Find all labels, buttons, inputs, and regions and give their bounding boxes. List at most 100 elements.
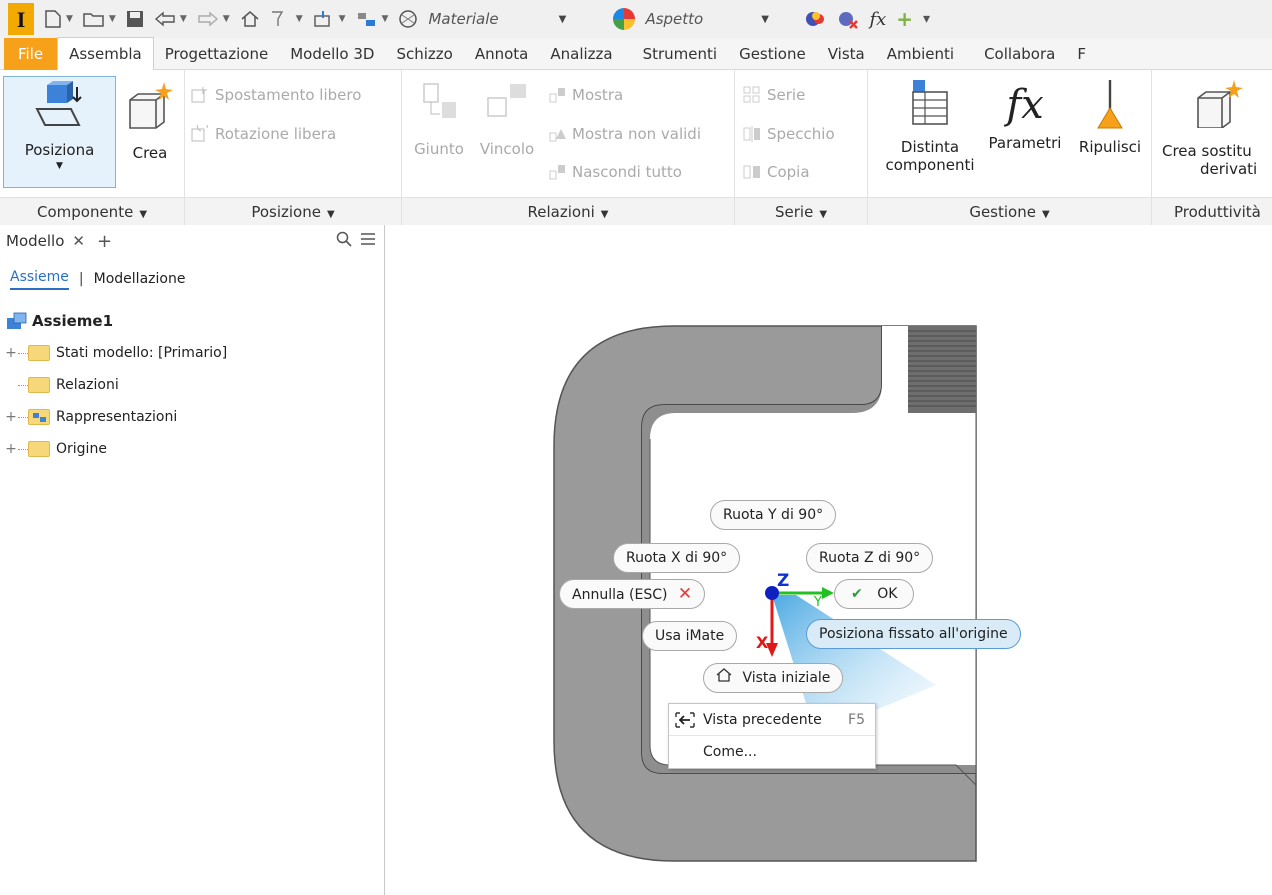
expand-icon[interactable]: + (4, 345, 18, 361)
expand-icon[interactable]: + (4, 409, 18, 425)
fx-parameters-icon[interactable]: fx (869, 9, 886, 30)
tab-modellazione[interactable]: Modellazione (94, 271, 186, 287)
menu-item-how-to[interactable]: Come... (669, 736, 875, 768)
ok-button[interactable]: ✔ OK (834, 579, 915, 609)
open-folder-icon[interactable]: ▼ (83, 10, 116, 28)
copia-label: Copia (767, 163, 810, 181)
close-icon[interactable]: ✕ (72, 232, 85, 250)
customize-qat-icon[interactable]: ▾ (923, 11, 930, 27)
place-grounded-at-origin-button[interactable]: Posiziona fissato all'origine (806, 619, 1021, 649)
new-file-icon[interactable]: ▼ (44, 9, 73, 29)
material-ball-icon[interactable] (398, 9, 418, 29)
rotazione-libera-button[interactable]: Rotazione libera (191, 125, 336, 143)
select-filter-icon[interactable]: ▼ (270, 10, 303, 28)
pattern-icon (743, 86, 760, 103)
add-plus-icon[interactable]: + (896, 7, 913, 31)
specchio-label: Specchio (767, 125, 835, 143)
distinta-label-1: Distinta (900, 138, 960, 156)
create-substitutes-icon (1197, 80, 1243, 129)
parametri-button[interactable]: fx Parametri (980, 78, 1070, 152)
joint-icon (423, 83, 456, 118)
spostamento-libero-button[interactable]: Spostamento libero (191, 86, 361, 104)
panel-serie-title[interactable]: Serie ▼ (735, 197, 867, 225)
graphics-viewport[interactable]: Z X Y Ruota Y di 90° Ruota X di 90° Ruot… (386, 225, 1272, 895)
tab-analizza[interactable]: Analizza (539, 38, 623, 70)
tree-item-origine[interactable]: + Origine (0, 433, 384, 465)
panel-posizione-title[interactable]: Posizione ▼ (185, 197, 401, 225)
browser-mode-tabs: Assieme | Modellazione (0, 257, 384, 301)
tree-root-assieme1[interactable]: Assieme1 (0, 305, 384, 337)
chevron-down-icon: ▼ (819, 209, 828, 220)
tree-item-rappresentazioni[interactable]: + Rappresentazioni (0, 401, 384, 433)
panel-componente-title[interactable]: Componente ▼ (0, 197, 184, 225)
clear-appearance-icon[interactable] (837, 9, 859, 29)
tab-collabora[interactable]: Collabora (973, 38, 1066, 70)
add-tab-icon[interactable]: + (97, 231, 112, 252)
tab-strumenti[interactable]: Strumenti (632, 38, 728, 70)
representations-folder-icon (28, 409, 50, 425)
copia-button[interactable]: Copia (743, 163, 810, 181)
tab-gestione[interactable]: Gestione (728, 38, 817, 70)
app-logo[interactable]: I (8, 3, 34, 35)
material-dropdown[interactable]: Materiale ▼ (428, 5, 613, 33)
redo-icon[interactable]: ▼ (197, 11, 230, 27)
tree-connector (18, 448, 28, 450)
chevron-down-icon: ▼ (558, 13, 567, 25)
expand-icon[interactable]: + (4, 441, 18, 457)
tab-truncated[interactable]: F (1066, 38, 1097, 70)
hamburger-menu-icon[interactable] (360, 232, 376, 250)
tab-schizzo[interactable]: Schizzo (385, 38, 463, 70)
tree-item-stati-modello[interactable]: + Stati modello: [Primario] (0, 337, 384, 369)
vincolo-button[interactable]: Vincolo (474, 80, 540, 158)
rotate-x-90-button[interactable]: Ruota X di 90° (613, 543, 741, 573)
mostra-non-validi-button[interactable]: Mostra non validi (548, 125, 701, 143)
mostra-button[interactable]: Mostra (548, 86, 623, 104)
tab-assieme[interactable]: Assieme (10, 269, 69, 290)
tab-vista[interactable]: Vista (817, 38, 876, 70)
tab-progettazione[interactable]: Progettazione (154, 38, 279, 70)
panel-relazioni-title[interactable]: Relazioni ▼ (402, 197, 734, 225)
distinta-componenti-button[interactable]: Distinta componenti (882, 78, 978, 174)
rotate-z-90-button[interactable]: Ruota Z di 90° (806, 543, 934, 573)
posiziona-button[interactable]: Posiziona ▼ (3, 76, 116, 188)
panel-produttivita-title[interactable]: Produttività (1152, 197, 1272, 225)
crea-sostituti-button[interactable]: Crea sostitu derivati (1162, 78, 1272, 178)
menu-item-previous-view[interactable]: Vista precedente F5 (669, 704, 875, 736)
tab-annota[interactable]: Annota (464, 38, 540, 70)
tree-item-label: Stati modello: [Primario] (56, 345, 228, 361)
use-imate-button[interactable]: Usa iMate (642, 621, 738, 651)
giunto-button[interactable]: Giunto (408, 80, 470, 158)
serie-button[interactable]: Serie (743, 86, 805, 104)
tab-ambienti[interactable]: Ambienti (876, 38, 965, 70)
nascondi-tutto-button[interactable]: Nascondi tutto (548, 163, 682, 181)
cancel-esc-button[interactable]: Annulla (ESC) ✕ (559, 579, 706, 609)
show-constraint-icon (549, 88, 565, 103)
rotate-x-label: Ruota X di 90° (626, 550, 728, 566)
measure-icon[interactable]: ▼ (356, 10, 388, 28)
update-icon[interactable]: ▼ (313, 10, 346, 28)
tree-item-label: Origine (56, 441, 107, 457)
tab-assembla[interactable]: Assembla (57, 37, 154, 70)
appearance-dropdown[interactable]: Aspetto ▼ (645, 5, 795, 33)
save-icon[interactable] (126, 10, 144, 28)
undo-icon[interactable]: ▼ (154, 11, 187, 27)
tree-item-relazioni[interactable]: Relazioni (0, 369, 384, 401)
parametri-label: Parametri (988, 134, 1062, 152)
ripulisci-button[interactable]: Ripulisci (1068, 78, 1152, 156)
home-view-button[interactable]: Vista iniziale (703, 663, 844, 693)
search-icon[interactable] (336, 231, 352, 251)
crea-button[interactable]: Crea (120, 76, 180, 188)
home-icon[interactable] (240, 10, 260, 28)
tab-modello-3d[interactable]: Modello 3D (279, 38, 385, 70)
browser-tab-modello[interactable]: Modello (6, 232, 64, 250)
create-component-icon (129, 82, 173, 129)
specchio-button[interactable]: Specchio (743, 125, 835, 143)
adjust-appearance-icon[interactable] (805, 9, 827, 29)
panel-gestione-title[interactable]: Gestione ▼ (868, 197, 1151, 225)
tab-file[interactable]: File (4, 37, 58, 70)
appearance-combo-label: Aspetto (645, 10, 704, 28)
home-icon (716, 668, 736, 686)
chevron-down-icon: ▼ (600, 209, 609, 220)
broom-icon (1097, 80, 1123, 129)
rotate-y-90-button[interactable]: Ruota Y di 90° (710, 500, 837, 530)
